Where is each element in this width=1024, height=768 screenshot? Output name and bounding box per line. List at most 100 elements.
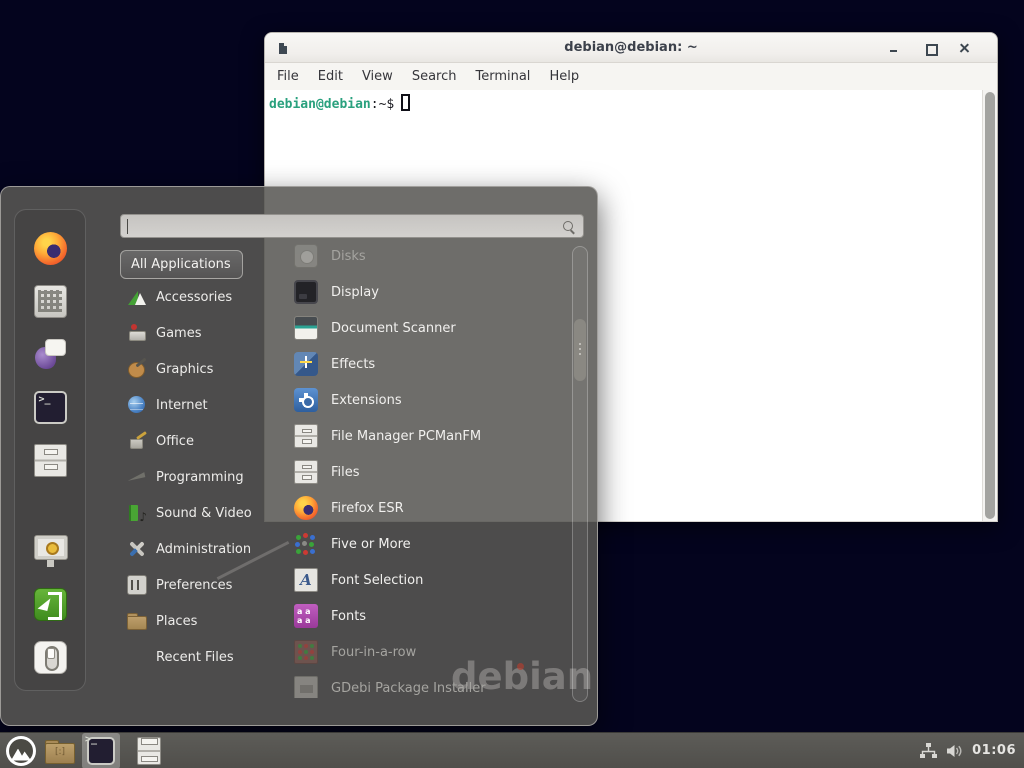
taskbar-files[interactable]: [130, 733, 168, 768]
category-places[interactable]: Places: [120, 603, 268, 639]
terminal-menu-item[interactable]: Search: [412, 69, 457, 84]
pidgin-icon: [34, 338, 67, 371]
taskbar-terminal[interactable]: [82, 733, 120, 768]
application-list: Disks Display Document Scanner Effects E…: [282, 238, 562, 698]
preferences-icon: [127, 575, 147, 595]
app-file-manager-pcmanfm[interactable]: File Manager PCManFM: [282, 418, 562, 454]
none-icon: [127, 647, 147, 667]
fontselect-icon: [294, 568, 318, 592]
app-fonts[interactable]: Fonts: [282, 598, 562, 634]
category-administration[interactable]: Administration: [120, 531, 268, 567]
taskbar: 01:06: [0, 732, 1024, 768]
scanner-icon: [294, 316, 318, 340]
graphics-icon: [127, 359, 147, 379]
text-caret: [127, 219, 128, 234]
firefox-icon: [294, 496, 318, 520]
disks-icon: [294, 244, 318, 268]
soundvideo-icon: [127, 503, 147, 523]
fiveormore-icon: [294, 532, 318, 556]
termapp-icon: [34, 391, 67, 424]
category-recent-files[interactable]: Recent Files: [120, 639, 268, 675]
all-applications-button[interactable]: All Applications: [120, 250, 243, 279]
extensions-icon: [294, 388, 318, 412]
app-effects[interactable]: Effects: [282, 346, 562, 382]
application-menu: debian All Applications Accessories Game…: [0, 186, 598, 726]
fonts-icon: [294, 604, 318, 628]
power-icon: [34, 641, 67, 674]
terminal-icon: [87, 737, 115, 765]
log-out-button[interactable]: [30, 584, 70, 624]
menu-scrollbar[interactable]: [572, 246, 588, 702]
places-icon: [127, 611, 147, 631]
favorite-file-manager[interactable]: [30, 440, 70, 480]
favorite-firefox[interactable]: [30, 228, 70, 268]
shut-down-button[interactable]: [30, 637, 70, 677]
system-tray: 01:06: [920, 743, 1024, 759]
app-font-selection[interactable]: Font Selection: [282, 562, 562, 598]
terminal-menu-item[interactable]: Terminal: [475, 69, 530, 84]
favorite-pidgin[interactable]: [30, 334, 70, 374]
cabinet-icon: [294, 460, 318, 484]
administration-icon: [127, 539, 147, 559]
category-games[interactable]: Games: [120, 315, 268, 351]
app-four-in-a-row[interactable]: Four-in-a-row: [282, 634, 562, 670]
terminal-menubar: File Edit View Search Terminal Help: [265, 63, 997, 90]
clock[interactable]: 01:06: [972, 743, 1016, 758]
terminal-menu-item[interactable]: Edit: [318, 69, 343, 84]
category-accessories[interactable]: Accessories: [120, 279, 268, 315]
app-extensions[interactable]: Extensions: [282, 382, 562, 418]
lockscreen-icon: [34, 535, 67, 568]
accessories-icon: [127, 287, 147, 307]
menu-icon: [6, 736, 36, 766]
lock-screen-button[interactable]: [30, 531, 70, 571]
category-internet[interactable]: Internet: [120, 387, 268, 423]
category-programming[interactable]: Programming: [120, 459, 268, 495]
app-gdebi-package-installer[interactable]: GDebi Package Installer: [282, 670, 562, 698]
prompt-path: :~$: [371, 97, 394, 112]
favorite-packages[interactable]: [30, 281, 70, 321]
category-preferences[interactable]: Preferences: [120, 567, 268, 603]
office-icon: [127, 431, 147, 451]
package-icon: [34, 285, 67, 318]
favorite-terminal[interactable]: [30, 387, 70, 427]
app-display[interactable]: Display: [282, 274, 562, 310]
terminal-menu-item[interactable]: Help: [549, 69, 579, 84]
terminal-titlebar[interactable]: debian@debian: ~: [265, 33, 997, 63]
maximize-icon[interactable]: [923, 41, 937, 55]
menu-scrollbar-thumb[interactable]: [574, 319, 586, 381]
cabinet-icon: [294, 424, 318, 448]
programming-icon: [127, 467, 147, 487]
search-input[interactable]: [120, 214, 584, 238]
terminal-menu-item[interactable]: View: [362, 69, 393, 84]
category-sound-video[interactable]: Sound & Video: [120, 495, 268, 531]
fourinarow-icon: [294, 640, 318, 664]
app-firefox-esr[interactable]: Firefox ESR: [282, 490, 562, 526]
terminal-menu-item[interactable]: File: [277, 69, 299, 84]
app-five-or-more[interactable]: Five or More: [282, 526, 562, 562]
taskbar-file-manager[interactable]: [40, 733, 78, 768]
app-document-scanner[interactable]: Document Scanner: [282, 310, 562, 346]
terminal-scrollbar[interactable]: [982, 90, 997, 521]
favorites-panel: [14, 209, 86, 691]
menu-button[interactable]: [6, 736, 36, 766]
games-icon: [127, 323, 147, 343]
effects-icon: [294, 352, 318, 376]
category-graphics[interactable]: Graphics: [120, 351, 268, 387]
logout-icon: [34, 588, 67, 621]
display-icon: [294, 280, 318, 304]
terminal-scrollbar-thumb[interactable]: [985, 92, 995, 519]
category-office[interactable]: Office: [120, 423, 268, 459]
terminal-cursor: [401, 94, 410, 111]
close-icon[interactable]: [957, 41, 971, 55]
file-cabinet-icon: [137, 737, 161, 765]
gdebi-icon: [294, 676, 318, 698]
network-icon[interactable]: [920, 743, 937, 759]
app-disks[interactable]: Disks: [282, 238, 562, 274]
app-files[interactable]: Files: [282, 454, 562, 490]
internet-icon: [127, 395, 147, 415]
folder-icon: [45, 740, 73, 762]
minimize-icon[interactable]: [887, 41, 901, 55]
volume-icon[interactable]: [946, 744, 963, 758]
category-list: Accessories Games Graphics Internet Offi…: [120, 279, 268, 675]
desktop: debian@debian: ~ File Edit View Search Termi…: [0, 0, 1024, 768]
